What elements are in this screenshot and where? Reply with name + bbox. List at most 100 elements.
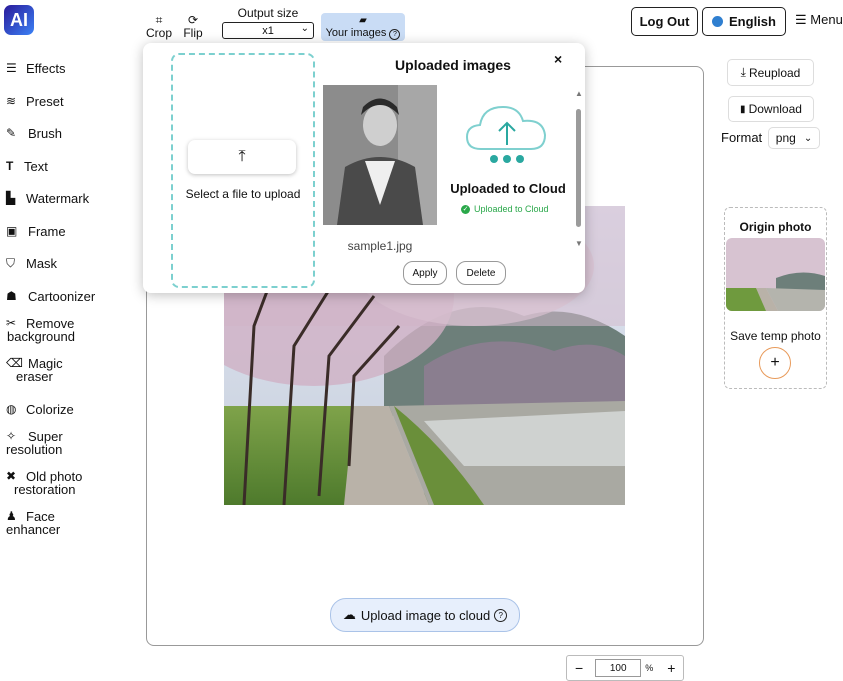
- uploaded-images-modal: ⤒ Select a file to upload Uploaded image…: [143, 43, 585, 293]
- download-button[interactable]: ▮ Download: [728, 96, 814, 122]
- flip-label: Flip: [183, 26, 203, 40]
- sidebar-item-watermark[interactable]: ▙ Watermark: [6, 191, 90, 206]
- format-select[interactable]: png ⌄: [768, 127, 820, 149]
- origin-photo-panel: Origin photo Save temp photo +: [724, 207, 827, 389]
- delete-button[interactable]: Delete: [456, 261, 506, 285]
- apply-button[interactable]: Apply: [403, 261, 447, 285]
- cloud-upload-icon: [461, 99, 551, 169]
- language-button[interactable]: English: [702, 7, 786, 36]
- logout-label: Log Out: [639, 14, 690, 29]
- save-temp-photo-button[interactable]: +: [759, 347, 791, 379]
- cartoon-icon: ☗: [6, 289, 17, 303]
- image-frame-icon: ▣: [6, 224, 18, 238]
- origin-photo-title: Origin photo: [739, 220, 812, 234]
- origin-photo-thumbnail[interactable]: [726, 238, 825, 311]
- uploaded-image-name: sample1.jpg: [347, 239, 413, 253]
- menu-label: Menu: [810, 12, 843, 27]
- output-size-select[interactable]: x1 ⌄: [222, 22, 314, 39]
- flip-button[interactable]: ⟳ Flip: [180, 14, 206, 40]
- output-size-value: x1: [262, 24, 274, 37]
- format-value: png: [775, 131, 796, 145]
- upload-icon: ⤒: [238, 148, 246, 165]
- zoom-input[interactable]: 100: [595, 659, 642, 677]
- delete-label: Delete: [466, 267, 496, 279]
- save-temp-photo-label: Save temp photo: [730, 329, 821, 343]
- file-download-icon: ▮: [740, 103, 746, 115]
- app-logo[interactable]: AI: [4, 5, 34, 35]
- sidebar-item-preset[interactable]: ≋ Preset: [6, 94, 64, 109]
- sidebar-item-magic-eraser[interactable]: ⌫ Magic eraser: [6, 357, 63, 384]
- cloud-status-badge: ✓ Uploaded to Cloud: [461, 204, 549, 214]
- sidebar-item-label: enhancer: [6, 522, 61, 537]
- cloud-status-title: Uploaded to Cloud: [450, 181, 566, 196]
- reupload-label: Reupload: [748, 65, 801, 80]
- chevron-down-icon: ⌄: [300, 23, 309, 34]
- text-icon: T: [6, 159, 14, 173]
- scroll-down-arrow[interactable]: ▼: [575, 239, 583, 248]
- stamp-icon: ▙: [6, 191, 16, 205]
- zoom-out-button[interactable]: −: [575, 660, 583, 676]
- scroll-up-arrow[interactable]: ▲: [575, 89, 583, 98]
- sidebar-item-label: eraser: [16, 369, 53, 384]
- crop-button[interactable]: ⌗ Crop: [146, 14, 172, 40]
- modal-title: Uploaded images: [395, 57, 511, 73]
- sidebar-item-label: resolution: [6, 442, 63, 457]
- sidebar-item-label: Cartoonizer: [28, 289, 96, 304]
- sidebar-item-label: Colorize: [26, 402, 74, 417]
- menu-button[interactable]: ☰ Menu: [795, 12, 843, 28]
- format-label: Format: [721, 130, 763, 145]
- brush-icon: ✎: [6, 126, 17, 140]
- sidebar-item-frame[interactable]: ▣ Frame: [6, 224, 66, 239]
- download-label: Download: [748, 102, 802, 116]
- sidebar-item-label: Brush: [28, 126, 62, 141]
- sidebar-item-mask[interactable]: ⛉ Mask: [6, 256, 58, 271]
- modal-scrollbar-thumb[interactable]: [576, 109, 581, 227]
- zoom-in-button[interactable]: +: [667, 660, 675, 676]
- sidebar-item-face-enhancer[interactable]: ♟ Face enhancer: [6, 510, 61, 537]
- select-file-label: Select a file to upload: [185, 187, 301, 201]
- sidebar-item-label: background: [7, 329, 75, 344]
- upload-icon: ⤓: [740, 65, 746, 79]
- sidebar-item-label: Preset: [26, 94, 64, 109]
- sliders-icon: ≋: [6, 94, 17, 108]
- cloud-status-text: Uploaded to Cloud: [474, 204, 549, 214]
- file-dropzone[interactable]: ⤒ Select a file to upload: [171, 53, 315, 288]
- menu-lines-icon: ☰: [6, 61, 17, 75]
- sidebar-item-label: Mask: [26, 256, 58, 271]
- your-images-label: Your images: [325, 27, 387, 39]
- check-circle-icon: ✓: [461, 204, 470, 214]
- globe-icon: [712, 16, 724, 27]
- sidebar-item-old-photo-restoration[interactable]: ✖ Old photo restoration: [6, 470, 82, 497]
- logout-button[interactable]: Log Out: [631, 7, 698, 36]
- sidebar-item-label: Effects: [26, 61, 66, 76]
- zoom-unit: %: [645, 663, 654, 673]
- shield-icon: ⛉: [6, 256, 16, 270]
- upload-to-cloud-button[interactable]: ☁ Upload image to cloud ?: [330, 598, 520, 632]
- select-file-button[interactable]: ⤒: [188, 140, 296, 174]
- output-size: Output size x1 ⌄: [218, 6, 318, 39]
- cloud-upload-icon: ☁: [342, 607, 356, 622]
- output-size-label: Output size: [237, 6, 299, 20]
- sidebar-item-effects[interactable]: ☰ Effects: [6, 61, 66, 76]
- portrait-photo: [323, 85, 437, 225]
- sidebar-item-brush[interactable]: ✎ Brush: [6, 126, 62, 141]
- sidebar-item-text[interactable]: T Text: [6, 159, 48, 174]
- sidebar-item-label: Text: [24, 159, 48, 174]
- sidebar-item-colorize[interactable]: ◍ Colorize: [6, 402, 74, 417]
- upload-to-cloud-label: Upload image to cloud: [360, 607, 491, 623]
- sidebar-item-cartoonizer[interactable]: ☗ Cartoonizer: [6, 289, 96, 304]
- uploaded-image-thumbnail[interactable]: [323, 85, 437, 225]
- your-images-button[interactable]: ▰ Your images ?: [321, 13, 405, 41]
- palette-icon: ◍: [6, 402, 17, 416]
- close-icon[interactable]: ×: [554, 51, 562, 67]
- reupload-button[interactable]: ⤓ Reupload: [727, 59, 814, 86]
- sidebar-item-label: restoration: [14, 482, 76, 497]
- help-icon: ?: [494, 608, 508, 622]
- sidebar-item-label: Watermark: [26, 191, 90, 206]
- hamburger-icon: ☰: [795, 12, 807, 27]
- sidebar-item-remove-background[interactable]: ✂ Remove background: [6, 317, 75, 344]
- folder-icon: ▰: [359, 15, 367, 26]
- sidebar-item-super-resolution[interactable]: ✧ Super resolution: [6, 430, 63, 457]
- language-label: English: [729, 14, 776, 29]
- zoom-control: − 100 % +: [566, 655, 684, 681]
